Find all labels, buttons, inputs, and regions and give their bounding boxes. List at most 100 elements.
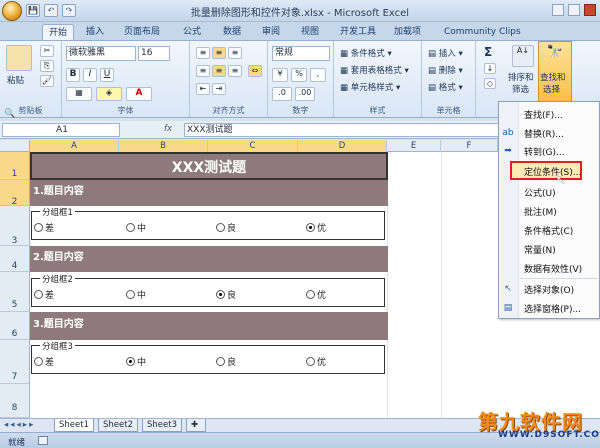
radio-button[interactable] (34, 357, 43, 366)
close-icon[interactable] (584, 4, 596, 16)
radio-option-2-4[interactable]: 优 (306, 288, 326, 301)
tab-insert[interactable]: 插入 (80, 24, 110, 40)
radio-option-1-3[interactable]: 良 (216, 221, 236, 234)
row-header-3[interactable]: 3 (0, 206, 30, 246)
column-header-a[interactable]: A (30, 140, 119, 152)
tab-addins[interactable]: 加载项 (388, 24, 427, 40)
tab-review[interactable]: 审阅 (256, 24, 286, 40)
tab-community-clips[interactable]: Community Clips (438, 24, 527, 40)
name-box[interactable]: A1 (2, 123, 120, 137)
section-heading-1[interactable]: 1.题目内容 (30, 180, 388, 206)
radio-option-3-2[interactable]: 中 (126, 355, 146, 368)
menu-item-selection-pane[interactable]: 选择窗格(P)... (524, 302, 581, 315)
row-header-5[interactable]: 5 (0, 272, 30, 312)
indent-decrease-icon[interactable]: ⇤ (196, 83, 210, 95)
radio-option-3-4[interactable]: 优 (306, 355, 326, 368)
section-heading-3[interactable]: 3.题目内容 (30, 312, 388, 340)
sort-filter-label-1[interactable]: 排序和 (508, 71, 534, 83)
column-header-b[interactable]: B (119, 140, 208, 152)
menu-item-select-objects[interactable]: 选择对象(O) (524, 283, 574, 296)
radio-option-1-4[interactable]: 优 (306, 221, 326, 234)
column-header-e[interactable]: E (387, 140, 441, 152)
sheet-title-cell[interactable]: XXX测试题 (30, 152, 388, 180)
row-header-1[interactable]: 1 (0, 152, 30, 180)
radio-button[interactable] (126, 223, 135, 232)
radio-option-1-1[interactable]: 差 (34, 221, 54, 234)
number-format-select[interactable]: 常规 (272, 46, 330, 61)
percent-icon[interactable]: % (291, 68, 307, 82)
row-header-6[interactable]: 6 (0, 312, 30, 340)
sheet-tab-1[interactable]: Sheet1 (54, 419, 94, 432)
format-as-table-button[interactable]: ▦ 套用表格格式 ▾ (340, 64, 409, 76)
fx-button[interactable]: fx (164, 124, 172, 134)
radio-option-2-2[interactable]: 中 (126, 288, 146, 301)
macro-record-icon[interactable] (38, 436, 48, 445)
radio-button[interactable] (216, 223, 225, 232)
radio-option-1-2[interactable]: 中 (126, 221, 146, 234)
align-middle-icon[interactable]: ≡ (212, 47, 226, 59)
clear-icon[interactable]: ◇ (484, 78, 496, 89)
cut-icon[interactable]: ✂ (40, 45, 54, 57)
select-all-corner[interactable] (0, 140, 30, 152)
radio-option-3-1[interactable]: 差 (34, 355, 54, 368)
radio-button[interactable] (306, 357, 315, 366)
tab-page-layout[interactable]: 页面布局 (118, 24, 166, 40)
radio-button[interactable] (126, 290, 135, 299)
underline-button[interactable]: U (100, 68, 114, 82)
sort-filter-icon[interactable]: A↓ (512, 45, 534, 67)
radio-option-2-1[interactable]: 差 (34, 288, 54, 301)
minimize-icon[interactable] (552, 4, 564, 16)
italic-button[interactable]: I (83, 68, 97, 82)
align-left-icon[interactable]: ≡ (196, 65, 210, 77)
menu-item-go-to-special[interactable]: 定位条件(S)... (524, 165, 581, 178)
menu-item-replace[interactable]: 替换(R)... (524, 127, 564, 140)
section-heading-2[interactable]: 2.题目内容 (30, 246, 388, 272)
tab-home[interactable]: 开始 (42, 24, 75, 40)
radio-button-selected[interactable] (126, 357, 135, 366)
radio-button[interactable] (34, 223, 43, 232)
sheet-tab-3[interactable]: Sheet3 (142, 419, 182, 432)
group-box-1[interactable] (31, 211, 385, 240)
conditional-format-button[interactable]: ▦ 条件格式 ▾ (340, 47, 392, 59)
tab-formulas[interactable]: 公式 (177, 24, 207, 40)
sheet-nav-arrows[interactable]: ◂◂◂▸▸ (4, 420, 35, 430)
autosum-button[interactable]: Σ (484, 45, 492, 59)
paste-label[interactable]: 粘贴 (7, 74, 24, 86)
tab-developer[interactable]: 开发工具 (334, 24, 382, 40)
row-header-2[interactable]: 2 (0, 180, 30, 207)
maximize-icon[interactable] (568, 4, 580, 16)
currency-icon[interactable]: ¥ (272, 68, 288, 82)
menu-item-comments[interactable]: 批注(M) (524, 205, 557, 218)
group-box-3[interactable] (31, 345, 385, 374)
insert-cells-button[interactable]: ▤ 插入 ▾ (428, 47, 463, 59)
font-color-button[interactable]: A (126, 87, 152, 101)
column-header-d[interactable]: D (298, 140, 387, 152)
menu-item-conditional-formatting[interactable]: 条件格式(C) (524, 224, 573, 237)
insert-sheet-icon[interactable]: ✚ (186, 419, 206, 432)
row-header-4[interactable]: 4 (0, 246, 30, 272)
indent-increase-icon[interactable]: ⇥ (212, 83, 226, 95)
merge-center-icon[interactable]: ⇔ (248, 65, 262, 77)
comma-icon[interactable]: , (310, 68, 326, 82)
sheet-tab-2[interactable]: Sheet2 (98, 419, 138, 432)
align-center-icon[interactable]: ≡ (212, 65, 226, 77)
sort-filter-label-2[interactable]: 筛选 (512, 83, 529, 95)
radio-option-2-3[interactable]: 良 (216, 288, 236, 301)
fill-icon[interactable]: ↓ (484, 63, 496, 74)
radio-button[interactable] (306, 290, 315, 299)
menu-item-go-to[interactable]: 转到(G)... (524, 145, 565, 158)
radio-button[interactable] (34, 290, 43, 299)
align-top-icon[interactable]: ≡ (196, 47, 210, 59)
format-cells-button[interactable]: ▤ 格式 ▾ (428, 81, 463, 93)
font-name-select[interactable]: 微软雅黑 (66, 46, 136, 61)
increase-decimal-icon[interactable]: .0 (272, 87, 292, 101)
group-box-2[interactable] (31, 278, 385, 307)
align-right-icon[interactable]: ≡ (228, 65, 242, 77)
bold-button[interactable]: B (66, 68, 80, 82)
menu-item-constants[interactable]: 常量(N) (524, 243, 556, 256)
column-header-c[interactable]: C (208, 140, 298, 152)
copy-icon[interactable]: ⎘ (40, 60, 54, 72)
column-header-f[interactable]: F (441, 140, 498, 152)
menu-item-formulas[interactable]: 公式(U) (524, 186, 556, 199)
menu-item-find[interactable]: 查找(F)... (524, 108, 563, 121)
